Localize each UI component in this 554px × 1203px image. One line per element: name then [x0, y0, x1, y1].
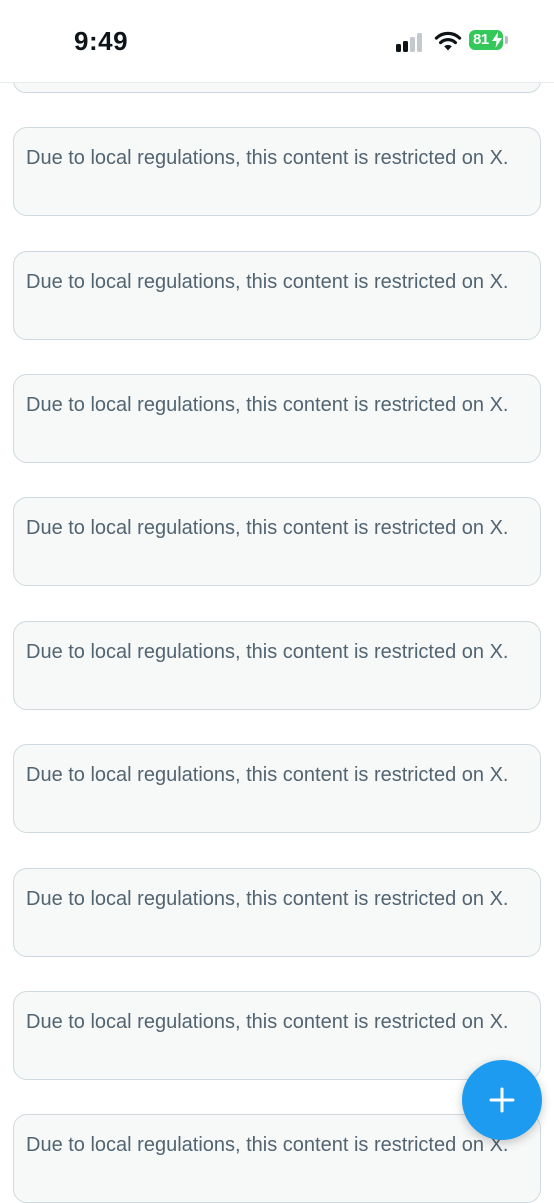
compose-post-button[interactable] — [462, 1060, 542, 1140]
restricted-notice: Due to local regulations, this content i… — [13, 127, 541, 216]
battery-cap — [505, 36, 508, 44]
wifi-icon — [434, 31, 462, 51]
restricted-notice: Due to local regulations, this content i… — [13, 744, 541, 833]
restricted-notice-text: Due to local regulations, this content i… — [26, 394, 509, 416]
restricted-notice-text: Due to local regulations, this content i… — [26, 1011, 509, 1033]
restricted-notice: Due to local regulations, this content i… — [13, 621, 541, 710]
restricted-notice-text: Due to local regulations, this content i… — [26, 517, 509, 539]
restricted-notice: Due to local regulations, this content i… — [13, 1114, 541, 1203]
restricted-notice: Due to local regulations, this content i… — [13, 991, 541, 1080]
restricted-notice-text: Due to local regulations, this content i… — [26, 271, 509, 293]
restricted-notice-text: Due to local regulations, this content i… — [26, 888, 509, 910]
status-bar: 9:49 81 — [0, 0, 554, 83]
restricted-notice-text: Due to local regulations, this content i… — [26, 1134, 509, 1156]
battery-level: 81 — [473, 31, 489, 48]
status-time: 9:49 — [74, 26, 129, 56]
plus-icon — [489, 1087, 515, 1113]
restricted-notice: Due to local regulations, this content i… — [13, 374, 541, 463]
restricted-notice: Due to local regulations, this content i… — [13, 251, 541, 340]
restricted-notice-text: Due to local regulations, this content i… — [26, 764, 509, 786]
restricted-notice: Due to local regulations, this content i… — [13, 497, 541, 586]
cellular-signal-icon — [396, 32, 426, 52]
charging-bolt-icon — [492, 32, 502, 48]
restricted-notice-text: Due to local regulations, this content i… — [26, 641, 509, 663]
restricted-notice-text: Due to local regulations, this content i… — [26, 147, 509, 169]
restricted-notice: Due to local regulations, this content i… — [13, 868, 541, 957]
